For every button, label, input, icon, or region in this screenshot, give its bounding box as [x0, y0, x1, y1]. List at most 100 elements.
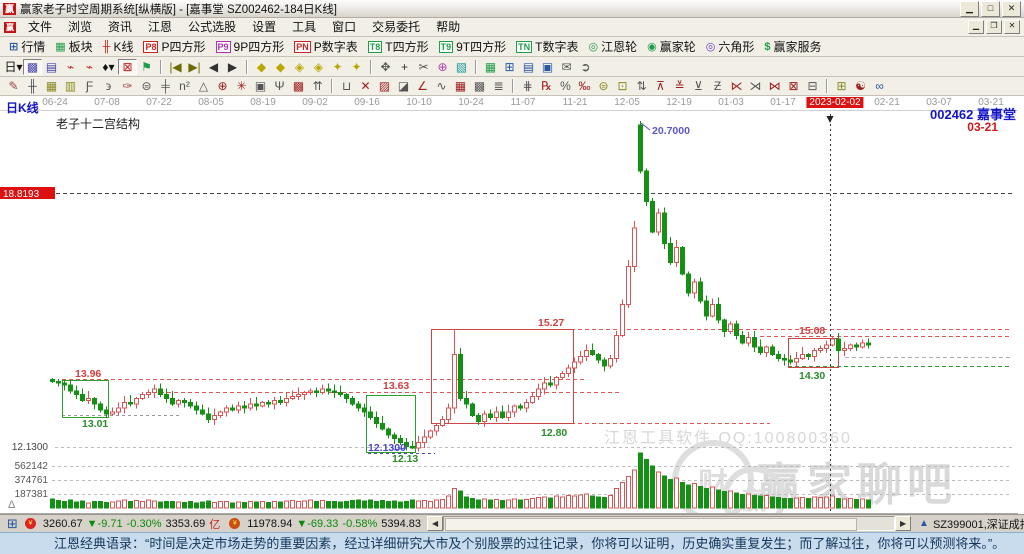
fork-tool-icon[interactable]: Ψ	[270, 78, 289, 94]
mail-icon[interactable]: ✉	[557, 59, 576, 75]
square-number-tool-icon[interactable]: n²	[175, 78, 194, 94]
feature-button-4[interactable]: P8P四方形	[138, 38, 210, 56]
feature-button-9[interactable]: TNT数字表	[511, 38, 583, 56]
menu-item-7[interactable]: 工具	[284, 18, 324, 36]
zoom-diamond-4[interactable]: ◈	[309, 59, 328, 75]
zoom-diamond-6[interactable]: ✦	[347, 59, 366, 75]
yinyang-tool-icon[interactable]: ☯	[851, 78, 870, 94]
feature-button-5[interactable]: P99P四方形	[211, 38, 290, 56]
menu-item-1[interactable]: 文件	[20, 18, 60, 36]
zoom-diamond-1[interactable]: ◆	[252, 59, 271, 75]
calendar-icon[interactable]: ▦	[481, 59, 500, 75]
arrows-tool-icon[interactable]: ⇈	[308, 78, 327, 94]
marker-tool-icon[interactable]: ✑	[118, 78, 137, 94]
feature-button-10[interactable]: ◎江恩轮	[583, 38, 642, 56]
menu-item-10[interactable]: 帮助	[428, 18, 468, 36]
gold-circle-tool-icon[interactable]: ⊜	[594, 78, 613, 94]
channel-tool-icon[interactable]: ⊔	[337, 78, 356, 94]
candlestick-chart[interactable]: 18.819320.700013.9613.0113.6312.130012.1…	[0, 96, 1018, 514]
maximize-button[interactable]: □	[981, 1, 1000, 17]
menu-item-5[interactable]: 公式选股	[180, 18, 244, 36]
ltimes-tool-icon[interactable]: ⋉	[727, 78, 746, 94]
zoom-diamond-5[interactable]: ✦	[328, 59, 347, 75]
menu-item-2[interactable]: 浏览	[60, 18, 100, 36]
cross-tool-icon[interactable]: ✕	[356, 78, 375, 94]
lines-tool-icon[interactable]: ≣	[489, 78, 508, 94]
feature-button-11[interactable]: ◉赢家轮	[642, 38, 701, 56]
circle-tool-icon[interactable]: ⊜	[137, 78, 156, 94]
updown-tool-icon[interactable]: ⇅	[632, 78, 651, 94]
zigzag-tool-icon[interactable]: Ƶ	[708, 78, 727, 94]
mdi-child-icon[interactable]: 赢	[4, 22, 16, 33]
hash-tool-icon[interactable]: ⋕	[518, 78, 537, 94]
menu-item-6[interactable]: 设置	[244, 18, 284, 36]
flag-icon[interactable]: ⚑	[137, 59, 156, 75]
menu-item-8[interactable]: 窗口	[324, 18, 364, 36]
feature-button-6[interactable]: PNP数字表	[289, 38, 363, 56]
gann-box-tool-icon[interactable]: ▥	[61, 78, 80, 94]
crosshair-icon[interactable]: +	[395, 59, 414, 75]
matrix-tool-icon[interactable]: ▩	[289, 78, 308, 94]
boxed-minus-tool-icon[interactable]: ⊟	[803, 78, 822, 94]
permille-tool-icon[interactable]: ‰	[575, 78, 594, 94]
bowtie-tool-icon[interactable]: ⋈	[765, 78, 784, 94]
menu-item-9[interactable]: 交易委托	[364, 18, 428, 36]
scroll-right-arrow[interactable]: ▶	[895, 516, 911, 531]
level-tool-icon[interactable]: ≚	[670, 78, 689, 94]
send-icon[interactable]: ➲	[576, 59, 595, 75]
market-grid-icon[interactable]: ⊞	[7, 516, 18, 532]
kline-style-icon[interactable]: ⊠	[118, 59, 137, 75]
period-selector[interactable]: 日▾	[4, 59, 23, 75]
half-box-tool-icon[interactable]: ◪	[394, 78, 413, 94]
wave-tool-icon[interactable]: ∿	[432, 78, 451, 94]
close-button[interactable]: ✕	[1002, 1, 1021, 17]
xor-tool-icon[interactable]: ⊻	[689, 78, 708, 94]
mdi-close-button[interactable]: ✕	[1004, 20, 1020, 34]
triangle-tool-icon[interactable]: △	[194, 78, 213, 94]
box-tool-icon[interactable]: ▣	[251, 78, 270, 94]
feature-button-7[interactable]: T8T四方形	[363, 38, 434, 56]
grid-4-tool-icon[interactable]: ▩	[470, 78, 489, 94]
sz-index-group[interactable]: ¥ 11978.94 ▼-69.33 -0.58% 5394.83	[226, 518, 421, 530]
pan-hand-icon[interactable]: ✥	[376, 59, 395, 75]
gann-wheel-tool-icon[interactable]: ⊕	[213, 78, 232, 94]
mdi-restore-button[interactable]: ❐	[986, 20, 1002, 34]
minimize-button[interactable]: ▁	[960, 1, 979, 17]
rtimes-tool-icon[interactable]: ⋊	[746, 78, 765, 94]
scroll-thumb[interactable]	[445, 518, 857, 531]
calculator-icon[interactable]: ⊞	[500, 59, 519, 75]
infinity-tool-icon[interactable]: ∞	[870, 78, 889, 94]
first-bar-button[interactable]: |◀	[166, 59, 185, 75]
trend-line-icon[interactable]: ⌁	[61, 59, 80, 75]
feature-button-1[interactable]: ⊞行情	[4, 38, 50, 56]
window-layout-icon[interactable]: ▩	[23, 59, 42, 75]
scroll-left-arrow[interactable]: ◀	[427, 516, 443, 531]
indicator-dropdown[interactable]: ♦▾	[99, 59, 118, 75]
angle-tool-icon[interactable]: ∠	[413, 78, 432, 94]
nand-tool-icon[interactable]: ⊼	[651, 78, 670, 94]
feature-button-8[interactable]: T99T四方形	[434, 38, 512, 56]
zoom-diamond-3[interactable]: ◈	[290, 59, 309, 75]
prev-bar-button[interactable]: ◀	[204, 59, 223, 75]
zoom-diamond-2[interactable]: ◆	[271, 59, 290, 75]
feature-button-3[interactable]: ╫K线	[98, 38, 139, 56]
pencil-tool-icon[interactable]: ✎	[4, 78, 23, 94]
grid-window-tool-icon[interactable]: ⊞	[832, 78, 851, 94]
period-label[interactable]: 日K线	[6, 99, 39, 116]
sh-index-group[interactable]: ¥ 3260.67 ▼-9.71 -0.30% 3353.69亿	[22, 516, 220, 532]
scroll-track[interactable]	[443, 516, 895, 531]
info-panel-icon[interactable]: ▤	[42, 59, 61, 75]
rx-tool-icon[interactable]: ℞	[537, 78, 556, 94]
notes-icon[interactable]: ▤	[519, 59, 538, 75]
percent-tool-icon[interactable]: %	[556, 78, 575, 94]
next-bar-button[interactable]: ▶	[223, 59, 242, 75]
menu-item-3[interactable]: 资讯	[100, 18, 140, 36]
index-selector[interactable]: ▲ SZ399001,深证成指	[919, 516, 1024, 532]
grid-3-tool-icon[interactable]: ▦	[451, 78, 470, 94]
feature-button-12[interactable]: ◎六角形	[701, 38, 760, 56]
ruler-grid-tool-icon[interactable]: ╪	[156, 78, 175, 94]
boxed-x-tool-icon[interactable]: ⊠	[784, 78, 803, 94]
scissors-icon[interactable]: ✂	[414, 59, 433, 75]
fib-tool-icon[interactable]: Ƒ	[80, 78, 99, 94]
trend-line2-icon[interactable]: ⌁	[80, 59, 99, 75]
